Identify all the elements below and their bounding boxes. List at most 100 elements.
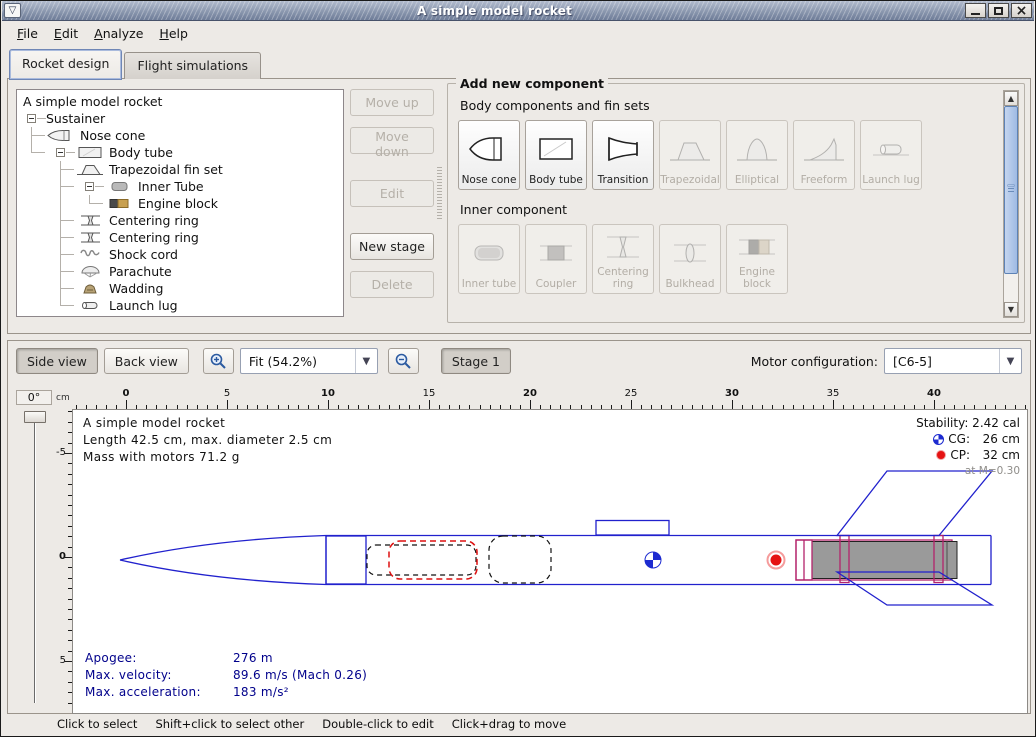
nose-cone-outline[interactable] [120,536,366,585]
tree-item-wadding[interactable]: Wadding [17,280,343,297]
tree-item-parachute[interactable]: Parachute [17,263,343,280]
magnifier-minus-icon [394,352,412,370]
back-view-button[interactable]: Back view [104,348,189,374]
add-launch-lug-button[interactable]: Launch lug [860,120,922,190]
zoom-in-button[interactable] [203,348,234,374]
scroll-thumb[interactable] [1004,106,1018,274]
add-elliptical-button[interactable]: Elliptical [726,120,788,190]
add-centering-ring-button[interactable]: Centering ring [592,224,654,294]
edit-button[interactable]: Edit [350,180,434,207]
centering-ring-icon [75,230,105,245]
cp-label: CP: [950,447,970,463]
rocket-design-panel: A simple model rocketSustainerNose coneB… [7,78,1031,334]
minimize-icon [971,13,980,15]
tree-item-trapezoidal-fin-set[interactable]: Trapezoidal fin set [17,161,343,178]
c-fin-ellip-icon [728,124,786,174]
c-nose-icon [460,124,518,174]
tree-item-centering-ring[interactable]: Centering ring [17,212,343,229]
engine-block-outline[interactable] [796,540,812,580]
rocket-info-text: A simple model rocketLength 42.5 cm, max… [83,415,332,466]
centering-ring-icon [75,213,105,228]
maximize-button[interactable] [988,3,1009,18]
add-freeform-button[interactable]: Freeform [793,120,855,190]
tree-item-body-tube[interactable]: Body tube [17,144,343,161]
c-fin-trap-icon [661,124,719,174]
wadding-outline[interactable] [489,536,551,583]
move-up-button[interactable]: Move up [350,89,434,116]
rocket-viewport: cm 0510152025303540 -505 [56,387,1028,715]
tab-bar: Rocket designFlight simulations [9,47,263,79]
add-transition-button[interactable]: Transition [592,120,654,190]
rotation-slider-track[interactable] [34,413,36,703]
tree-expander-icon[interactable] [85,182,94,191]
shock-cord-outline[interactable] [367,545,476,575]
tree-item-engine-block[interactable]: Engine block [17,195,343,212]
cg-label: CG: [948,431,970,447]
zoom-out-button[interactable] [388,348,419,374]
stage-1-toggle[interactable]: Stage 1 [441,348,511,374]
tab-rocket-design[interactable]: Rocket design [9,49,122,80]
tree-expander-icon[interactable] [27,114,36,123]
cp-icon [936,450,946,460]
parachute-outline[interactable] [389,541,477,579]
fin-trapezoidal-icon [75,162,105,177]
motor-configuration-value: [C6-5] [885,354,999,369]
rotation-slider-handle[interactable] [24,411,46,423]
add-trapezoidal-button[interactable]: Trapezoidal [659,120,721,190]
menu-file[interactable]: File [10,24,45,43]
c-tube-icon [527,124,585,174]
scroll-down-icon[interactable]: ▼ [1004,302,1018,317]
menu-help[interactable]: Help [152,24,195,43]
menu-analyze[interactable]: Analyze [87,24,150,43]
rotation-angle-label: 0° [16,390,52,405]
add-engine-block-button[interactable]: Engine block [726,224,788,294]
scroll-up-icon[interactable]: ▲ [1004,91,1018,106]
status-hint: Click+drag to move [452,717,566,731]
add-coupler-button[interactable]: Coupler [525,224,587,294]
add-inner-tube-button[interactable]: Inner tube [458,224,520,294]
minimize-button[interactable] [965,3,986,18]
inner-tube-icon [104,179,134,194]
rocket-canvas[interactable]: A simple model rocketLength 42.5 cm, max… [72,409,1028,714]
close-button[interactable]: × [1011,3,1032,18]
delete-button[interactable]: Delete [350,271,434,298]
cg-icon [933,434,944,445]
motor[interactable] [812,542,957,579]
menu-edit[interactable]: Edit [47,24,85,43]
chevron-down-icon: ▼ [355,349,377,373]
splitter-handle[interactable] [437,167,442,219]
c-bulkhead-icon [661,228,719,278]
add-body-tube-button[interactable]: Body tube [525,120,587,190]
c-transition-icon [594,124,652,174]
launch-lug-outline[interactable] [596,521,669,536]
side-view-button[interactable]: Side view [16,348,98,374]
add-component-title: Add new component [456,76,608,91]
zoom-select[interactable]: Fit (54.2%) ▼ [240,348,378,374]
component-tree[interactable]: A simple model rocketSustainerNose coneB… [16,89,344,317]
move-down-button[interactable]: Move down [350,127,434,154]
tree-item-shock-cord[interactable]: Shock cord [17,246,343,263]
new-stage-button[interactable]: New stage [350,233,434,260]
tree-item-sustainer[interactable]: Sustainer [17,110,343,127]
tree-root-item[interactable]: A simple model rocket [17,93,343,110]
component-scrollbar[interactable]: ▲ ▼ [1003,90,1019,318]
status-hint: Shift+click to select other [155,717,304,731]
flight-info: Apogee:276 mMax. velocity:89.6 m/s (Mach… [85,650,367,701]
tree-item-launch-lug[interactable]: Launch lug [17,297,343,314]
app-icon[interactable]: ▽ [4,3,21,18]
add-component-group: Add new component Body components and fi… [447,83,1025,323]
inner-components-row: Inner tubeCouplerCentering ringBulkheadE… [458,224,788,294]
tab-flight-simulations[interactable]: Flight simulations [124,52,261,79]
inner-component-label: Inner component [460,202,567,217]
tree-item-nose-cone[interactable]: Nose cone [17,127,343,144]
motor-configuration-select[interactable]: [C6-5] ▼ [884,348,1022,374]
add-bulkhead-button[interactable]: Bulkhead [659,224,721,294]
chevron-down-icon: ▼ [999,349,1021,373]
tree-expander-icon[interactable] [56,148,65,157]
window-title: A simple model rocket [24,4,965,18]
tree-item-inner-tube[interactable]: Inner Tube [17,178,343,195]
launch-lug-icon [75,298,105,313]
rocket-view-panel: Side view Back view Fit (54.2%) ▼ [7,340,1031,714]
tree-item-centering-ring[interactable]: Centering ring [17,229,343,246]
add-nose-cone-button[interactable]: Nose cone [458,120,520,190]
